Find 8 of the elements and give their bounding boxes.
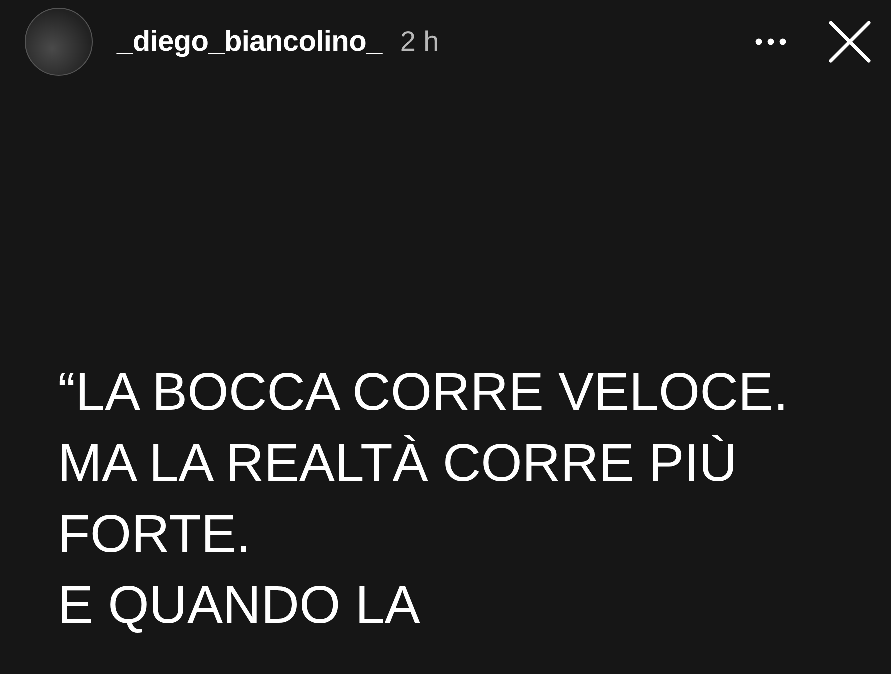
story-text: E QUANDO LA: [58, 575, 422, 637]
story-text: “LA BOCCA CORRE VELOCE.: [58, 362, 790, 424]
close-icon[interactable]: [829, 21, 871, 63]
story-text: MA LA REALTÀ CORRE PIÙ: [58, 433, 738, 495]
more-options-icon[interactable]: [755, 38, 787, 46]
post-time: 2 h: [400, 26, 440, 58]
story-text: FORTE.: [58, 504, 252, 566]
username[interactable]: _diego_biancolino_: [117, 26, 382, 58]
